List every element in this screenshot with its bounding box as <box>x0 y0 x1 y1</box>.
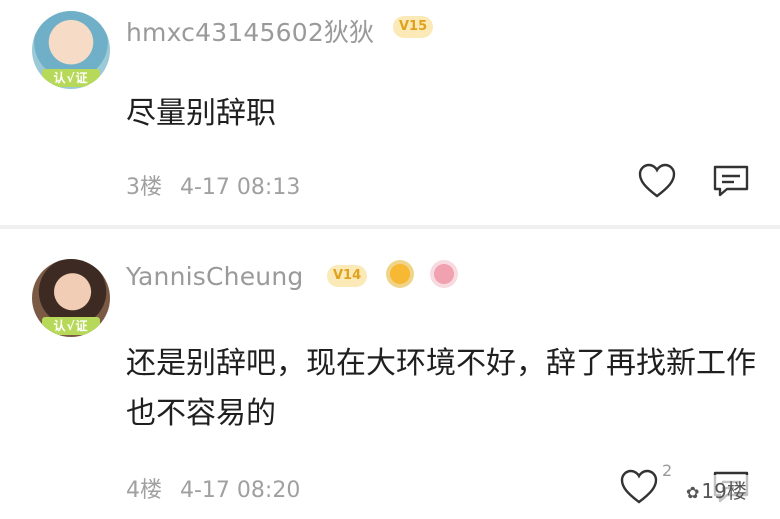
heart-outline-icon <box>620 469 658 504</box>
floor-number: 3楼 <box>126 175 162 200</box>
comment-item: 认√证 hmxc43145602狄狄 V15 尽量别辞职 3楼 4-17 08:1… <box>0 0 780 225</box>
avatar[interactable]: 认√证 <box>32 259 110 337</box>
timestamp: 4-17 08:20 <box>180 478 301 503</box>
flower-medal-icon <box>430 260 458 288</box>
wechat-icon: ✿ <box>686 483 700 502</box>
like-button[interactable] <box>619 469 659 505</box>
avatar[interactable]: 认√证 <box>32 11 110 89</box>
username[interactable]: hmxc43145602狄狄 <box>126 13 374 49</box>
heart-outline-icon <box>638 163 676 198</box>
pen-medal-icon <box>386 260 414 288</box>
level-badge: V14 <box>327 265 368 287</box>
comment-text: 尽量别辞职 <box>126 96 276 131</box>
comment-meta: 3楼 4-17 08:13 <box>126 169 300 201</box>
timestamp: 4-17 08:13 <box>180 175 301 200</box>
level-badge: V15 <box>393 16 434 38</box>
comment-item: 认√证 YannisCheung V14 还是别辞吧，现在大环境不好，辞了再找新… <box>0 229 780 519</box>
like-count: 2 <box>662 461 673 480</box>
floor-number: 4楼 <box>126 478 162 503</box>
reply-button[interactable] <box>711 163 751 199</box>
watermark: ✿ 19楼 <box>684 475 749 504</box>
comment-text: 还是别辞吧，现在大环境不好，辞了再找新工作也不容易的 <box>126 346 756 431</box>
like-button[interactable] <box>637 163 677 199</box>
verified-badge: 认√证 <box>42 317 100 335</box>
username[interactable]: YannisCheung <box>126 262 303 291</box>
comment-bubble-icon <box>713 165 749 197</box>
verified-badge: 认√证 <box>42 69 100 87</box>
watermark-text: 19楼 <box>701 479 747 503</box>
comment-meta: 4楼 4-17 08:20 <box>126 472 300 504</box>
